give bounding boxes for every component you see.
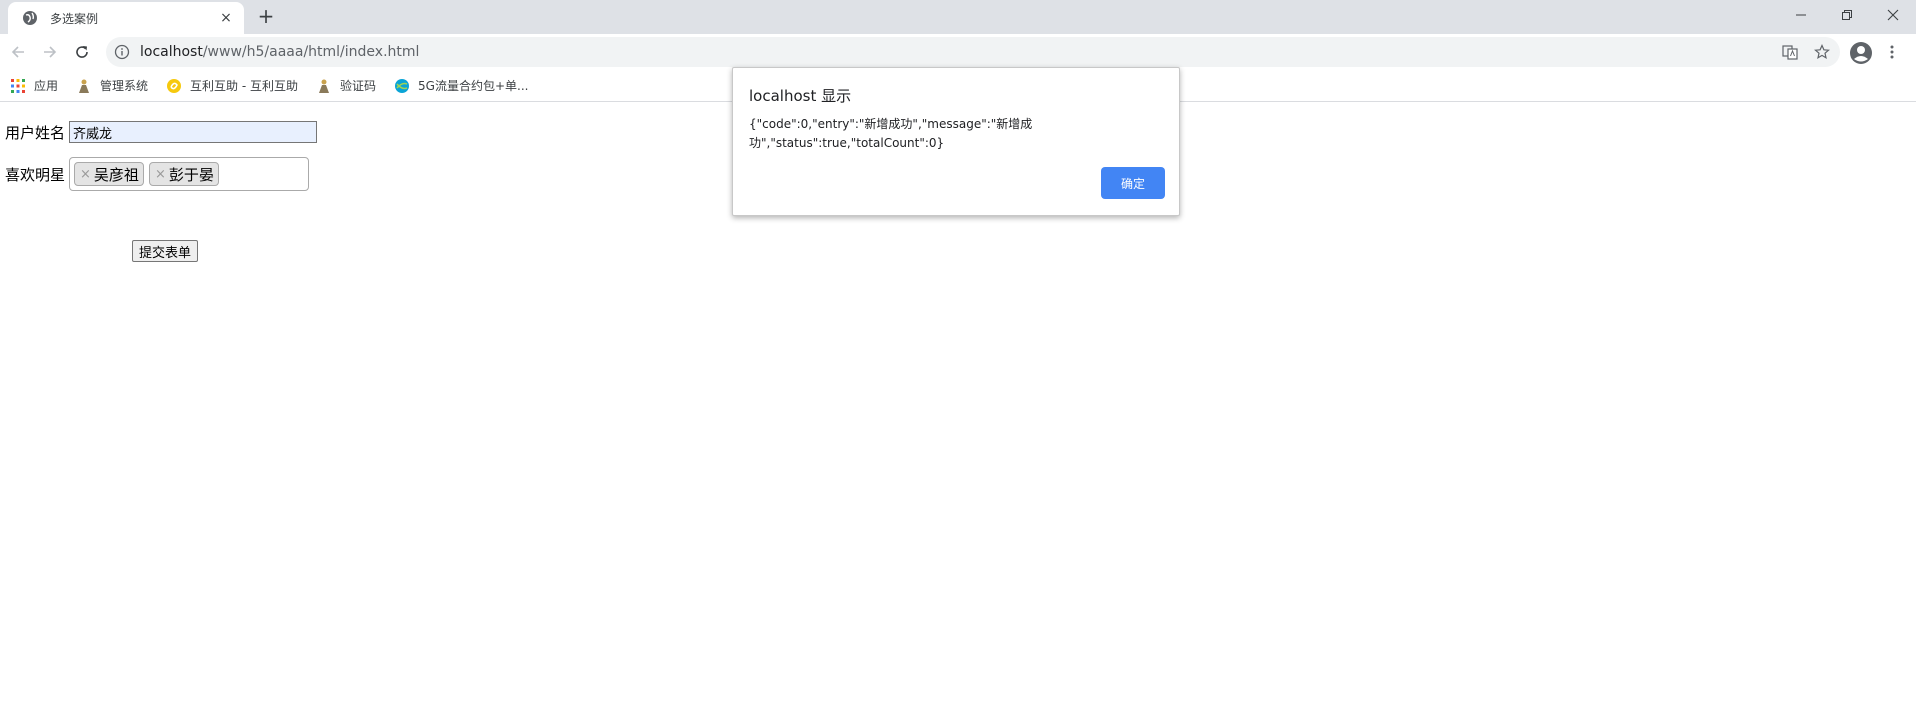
browser-toolbar: localhost/www/h5/aaaa/html/index.html: [0, 34, 1916, 70]
address-bar[interactable]: localhost/www/h5/aaaa/html/index.html: [106, 37, 1840, 67]
menu-kebab-icon[interactable]: [1884, 40, 1900, 64]
submit-button[interactable]: 提交表单: [132, 240, 199, 262]
tab-strip: 多选案例 × +: [0, 0, 1916, 34]
chip-label: 吴彦祖: [93, 165, 139, 184]
selected-chip: × 彭于晏: [148, 162, 219, 186]
selected-chip: × 吴彦祖: [74, 162, 144, 186]
name-row: 用户姓名: [5, 121, 318, 143]
alert-dialog: localhost 显示 {"code":0,"entry":"新增成功","m…: [732, 67, 1180, 216]
stars-row: 喜欢明星 × 吴彦祖 × 彭于晏: [5, 157, 310, 191]
url-host: localhost: [140, 44, 203, 60]
chip-remove-icon[interactable]: ×: [80, 167, 91, 182]
bookmark-label: 管理系统: [100, 79, 149, 93]
stars-label: 喜欢明星: [5, 165, 66, 184]
reload-icon[interactable]: [70, 40, 94, 64]
forward-arrow-icon[interactable]: [38, 40, 62, 64]
bookmark-admin-system[interactable]: 管理系统: [76, 72, 156, 100]
back-arrow-icon[interactable]: [6, 40, 30, 64]
tab-active[interactable]: 多选案例 ×: [8, 2, 244, 34]
name-label: 用户姓名: [5, 123, 66, 142]
name-input[interactable]: [69, 121, 318, 143]
bookmark-label: 应用: [34, 79, 59, 93]
figure-icon: [319, 79, 329, 93]
close-window-icon[interactable]: [1870, 0, 1916, 30]
minimize-icon[interactable]: [1778, 0, 1824, 30]
chip-remove-icon[interactable]: ×: [155, 167, 166, 182]
figure-icon: [79, 79, 90, 93]
translate-icon[interactable]: [1778, 37, 1802, 67]
bookmark-captcha[interactable]: 验证码: [316, 72, 384, 100]
yellow-circle-icon: [167, 78, 182, 93]
bookmark-label: 5G流量合约包+单...: [418, 79, 529, 93]
new-tab-button[interactable]: +: [256, 6, 276, 27]
info-icon[interactable]: [114, 44, 130, 60]
profile-avatar-icon[interactable]: [1848, 40, 1874, 66]
bookmark-5g-package[interactable]: 5G流量合约包+单...: [394, 72, 536, 100]
dialog-ok-button[interactable]: 确定: [1101, 167, 1165, 199]
bookmark-label: 互利互助 - 互利互助: [190, 79, 298, 93]
restore-icon[interactable]: [1824, 0, 1870, 30]
apps-grid-icon: [11, 78, 25, 93]
url-path: /www/h5/aaaa/html/index.html: [202, 44, 420, 60]
stars-multiselect[interactable]: × 吴彦祖 × 彭于晏: [69, 157, 310, 191]
tab-title: 多选案例: [50, 11, 99, 26]
bookmark-star-icon[interactable]: [1810, 37, 1834, 67]
chip-label: 彭于晏: [168, 165, 214, 184]
dialog-title: localhost 显示: [749, 87, 852, 105]
bookmark-huli-huzhu[interactable]: 互利互助 - 互利互助: [166, 72, 306, 100]
bookmark-apps[interactable]: 应用: [10, 72, 66, 100]
globe-icon: [23, 11, 37, 25]
bookmark-label: 验证码: [340, 79, 377, 93]
dialog-message: {"code":0,"entry":"新增成功","message":"新增成功…: [749, 117, 1033, 150]
globe-leaf-icon: [395, 78, 410, 93]
tab-close-icon[interactable]: ×: [218, 10, 234, 26]
